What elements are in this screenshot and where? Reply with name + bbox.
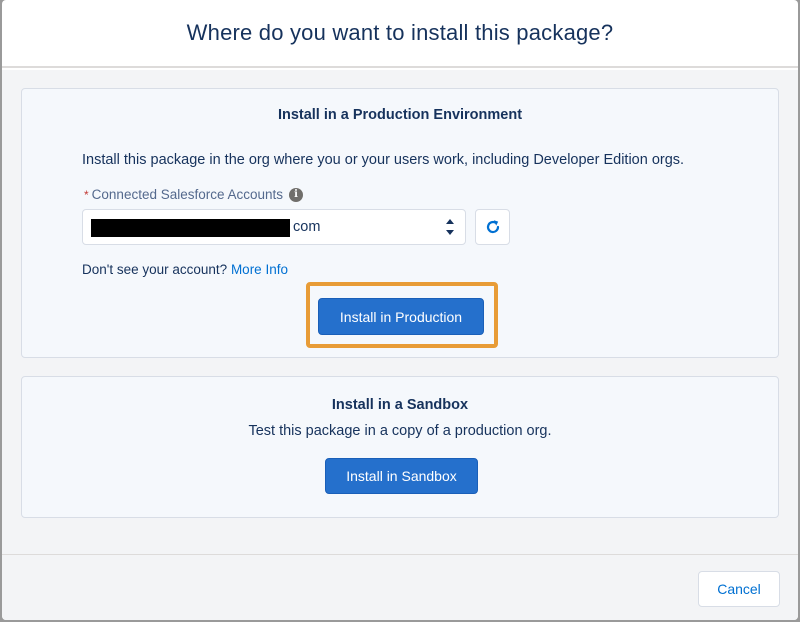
account-help-text: Don't see your account? <box>82 262 228 277</box>
more-info-link[interactable]: More Info <box>231 262 288 277</box>
install-package-modal: Where do you want to install this packag… <box>2 0 798 620</box>
cancel-button[interactable]: Cancel <box>698 571 780 607</box>
selected-account-suffix: com <box>293 219 321 235</box>
refresh-accounts-button[interactable] <box>475 209 510 245</box>
modal-header: Where do you want to install this packag… <box>2 0 798 68</box>
connected-accounts-label: * Connected Salesforce Accounts i <box>84 187 304 202</box>
install-in-production-button[interactable]: Install in Production <box>318 298 484 335</box>
production-card: Install in a Production Environment Inst… <box>21 88 779 358</box>
connected-accounts-select[interactable]: com <box>82 209 466 245</box>
select-arrows-icon <box>446 219 454 235</box>
sandbox-title: Install in a Sandbox <box>331 397 469 413</box>
production-description: Install this package in the org where yo… <box>82 152 685 168</box>
redacted-account-name <box>91 219 290 237</box>
sandbox-description: Test this package in a copy of a product… <box>248 423 552 439</box>
required-marker: * <box>84 187 89 202</box>
modal-title: Where do you want to install this packag… <box>186 20 614 45</box>
modal-body: Install in a Production Environment Inst… <box>2 70 798 554</box>
refresh-icon <box>486 220 499 234</box>
install-in-sandbox-button[interactable]: Install in Sandbox <box>325 458 478 494</box>
connected-accounts-label-text: Connected Salesforce Accounts <box>91 187 284 202</box>
sandbox-card: Install in a Sandbox Test this package i… <box>21 376 779 518</box>
account-help-line: Don't see your account? More Info <box>82 262 288 277</box>
info-icon[interactable]: i <box>289 187 304 202</box>
modal-footer: Cancel <box>2 554 798 620</box>
production-title: Install in a Production Environment <box>277 107 523 123</box>
